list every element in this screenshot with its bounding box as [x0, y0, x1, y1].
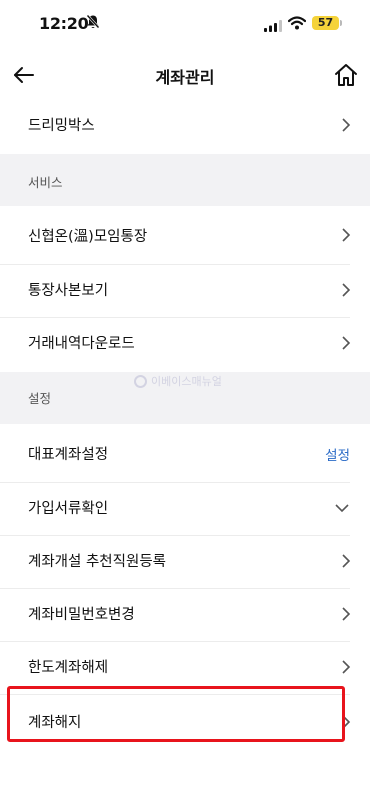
status-time: 12:20 [39, 14, 89, 33]
bell-off-icon [86, 14, 100, 34]
chevron-right-icon [342, 228, 351, 242]
section-title: 서비스 [28, 175, 63, 190]
list-item-label: 가입서류확인 [28, 501, 109, 517]
header: 계좌관리 [0, 46, 370, 102]
list-item-primary-account[interactable]: 대표계좌설정 설정 [0, 424, 350, 483]
chevron-right-icon [342, 118, 351, 132]
chevron-down-icon [335, 504, 349, 513]
list-item-label: 계좌해지 [28, 715, 82, 731]
wifi-icon [287, 15, 307, 34]
list-item-label: 대표계좌설정 [28, 447, 109, 463]
chevron-right-icon [342, 554, 351, 568]
list-item-documents[interactable]: 가입서류확인 [0, 483, 350, 536]
battery-tip [340, 20, 342, 26]
list-item-label: 신협온(溫)모임통장 [28, 229, 148, 245]
chevron-right-icon [342, 336, 351, 350]
status-bar: 12:20 57 [0, 0, 370, 46]
list-item-recommender[interactable]: 계좌개설 추천직원등록 [0, 536, 351, 589]
list-item-close-account[interactable]: 계좌해지 [0, 695, 351, 751]
section-header-service: 서비스 [0, 154, 370, 206]
list-item-label: 한도계좌해제 [28, 660, 109, 676]
chevron-right-icon [342, 283, 351, 297]
account-menu-list: 드리밍박스 서비스 신협온(溫)모임통장 통장사본보기 거래내역다운로드 설정 … [0, 102, 370, 751]
list-item-label: 드리밍박스 [28, 118, 95, 134]
watermark-logo-icon [134, 374, 147, 388]
chevron-right-icon [342, 715, 351, 729]
list-item-label: 계좌비밀번호변경 [28, 607, 135, 623]
list-item-label: 거래내역다운로드 [28, 336, 135, 352]
list-item-transaction-download[interactable]: 거래내역다운로드 [0, 318, 351, 372]
set-primary-button[interactable]: 설정 [325, 444, 350, 464]
section-title: 설정 [28, 391, 52, 406]
page-title: 계좌관리 [155, 68, 215, 87]
cellular-signal-icon [264, 17, 282, 36]
list-item-dreaming-box[interactable]: 드리밍박스 [0, 102, 351, 154]
list-item-label: 계좌개설 추천직원등록 [28, 554, 167, 570]
list-item-change-password[interactable]: 계좌비밀번호변경 [0, 589, 351, 642]
watermark: 이베이스매뉴얼 [134, 373, 222, 389]
battery-icon: 57 [312, 16, 339, 30]
list-item-limit-release[interactable]: 한도계좌해제 [0, 642, 351, 695]
list-item-label: 통장사본보기 [28, 283, 109, 299]
list-item-group-account[interactable]: 신협온(溫)모임통장 [0, 206, 351, 265]
watermark-text: 이베이스매뉴얼 [151, 375, 222, 388]
list-item-bankbook-copy[interactable]: 통장사본보기 [0, 265, 351, 318]
chevron-right-icon [342, 660, 351, 674]
home-button[interactable] [333, 62, 359, 88]
chevron-right-icon [342, 607, 351, 621]
home-icon [335, 64, 357, 86]
